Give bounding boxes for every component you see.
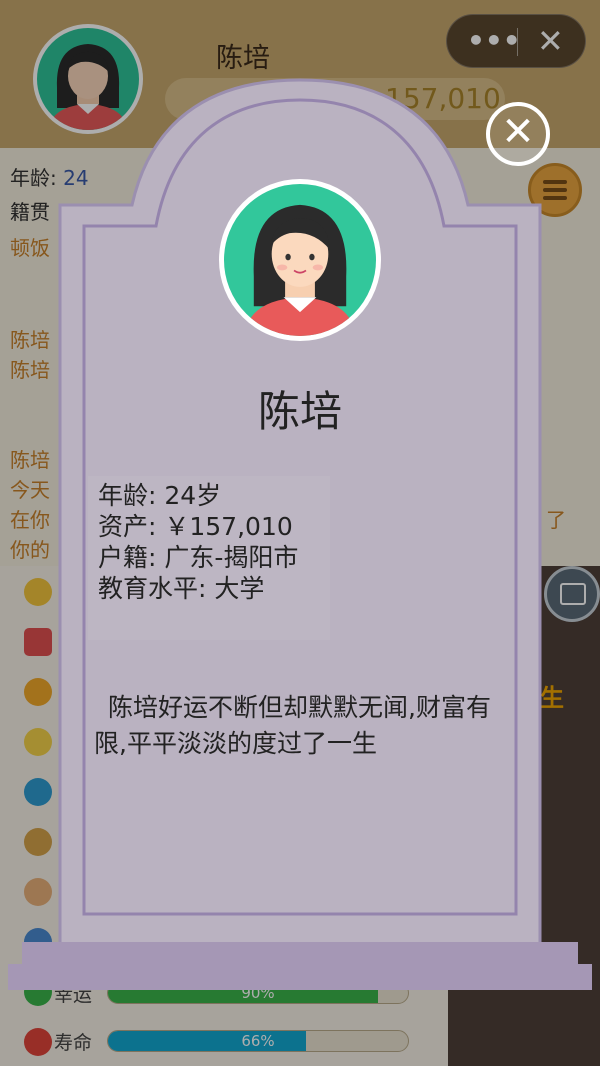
close-icon: ✕ — [501, 109, 535, 155]
modal-close-button[interactable]: ✕ — [486, 102, 550, 166]
detail-education: 教育水平: 大学 — [98, 574, 265, 603]
epitaph-text: 陈培好运不断但却默默无闻,财富有限,平平淡淡的度过了一生 — [94, 693, 491, 758]
detail-assets: 资产: ￥157,010 — [98, 512, 293, 541]
modal-avatar — [219, 179, 381, 341]
detail-hometown: 户籍: 广东-揭阳市 — [98, 543, 299, 572]
tombstone-base — [8, 964, 592, 990]
avatar-illustration — [244, 204, 356, 336]
details-box: 年龄: 24岁 资产: ￥157,010 户籍: 广东-揭阳市 教育水平: 大学 — [88, 476, 330, 640]
tombstone-modal: ✕ 陈培 年龄: 24岁 资产: ￥157,010 户籍: 广东-揭阳市 教育水… — [0, 0, 600, 1066]
modal-name: 陈培 — [257, 387, 342, 436]
detail-age: 年龄: 24岁 — [98, 481, 222, 510]
